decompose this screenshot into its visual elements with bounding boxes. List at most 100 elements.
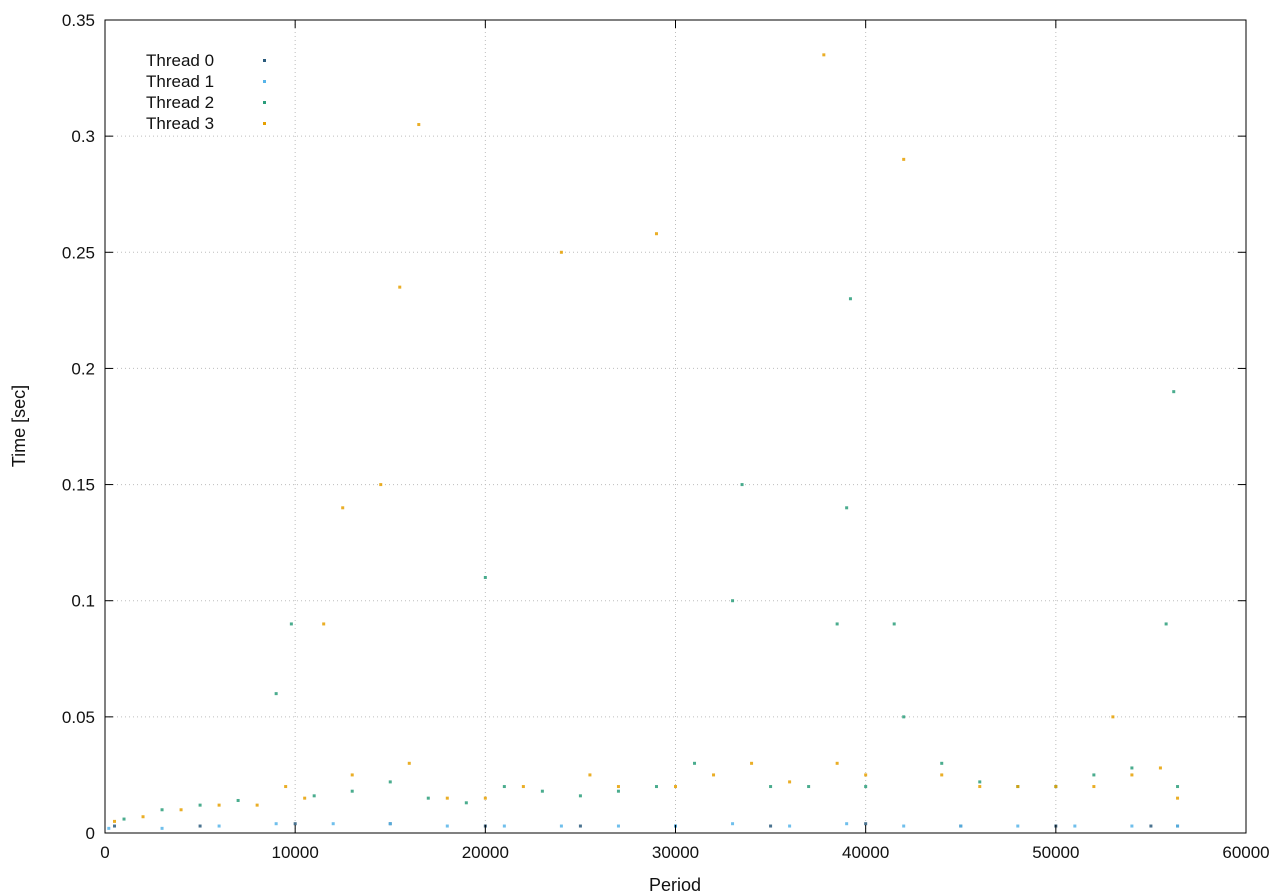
- data-point: [113, 824, 117, 828]
- legend-label: Thread 2: [146, 93, 214, 112]
- data-point: [1176, 796, 1180, 800]
- data-point: [616, 785, 620, 789]
- data-point: [1149, 824, 1153, 828]
- data-point: [502, 785, 506, 789]
- data-point: [255, 803, 259, 807]
- data-point: [540, 789, 544, 793]
- x-tick-label: 60000: [1222, 843, 1269, 862]
- x-tick-label: 10000: [272, 843, 319, 862]
- data-point: [864, 785, 868, 789]
- data-point: [179, 808, 183, 812]
- data-point: [445, 824, 449, 828]
- y-axis-label: Time [sec]: [9, 385, 29, 467]
- y-tick-label: 0.2: [71, 359, 95, 378]
- data-point: [312, 794, 316, 798]
- data-point: [289, 622, 293, 626]
- x-axis-label: Period: [649, 875, 701, 895]
- data-point: [731, 599, 735, 603]
- data-point: [616, 824, 620, 828]
- data-point: [1176, 785, 1180, 789]
- data-point: [559, 824, 563, 828]
- data-point: [398, 285, 402, 289]
- data-point: [322, 622, 326, 626]
- grid-lines: [105, 20, 1246, 833]
- data-point: [388, 780, 392, 784]
- data-point: [892, 622, 896, 626]
- data-point: [107, 826, 111, 830]
- x-tick-label: 40000: [842, 843, 889, 862]
- data-point: [483, 575, 487, 579]
- data-point: [445, 796, 449, 800]
- y-tick-label: 0.35: [62, 11, 95, 30]
- data-point: [1016, 785, 1020, 789]
- x-tick-label: 0: [100, 843, 109, 862]
- data-point: [160, 808, 164, 812]
- data-point: [693, 761, 697, 765]
- data-point: [902, 157, 906, 161]
- data-point: [712, 773, 716, 777]
- series-3: [113, 53, 1180, 823]
- data-point: [293, 822, 297, 826]
- data-point: [750, 761, 754, 765]
- data-point: [521, 785, 525, 789]
- data-point: [417, 123, 421, 127]
- data-point: [822, 53, 826, 57]
- data-point: [1164, 622, 1168, 626]
- data-points: [107, 53, 1180, 830]
- data-point: [350, 773, 354, 777]
- data-point: [902, 715, 906, 719]
- data-point: [198, 824, 202, 828]
- data-point: [1092, 773, 1096, 777]
- series-1: [107, 822, 1180, 830]
- data-point: [559, 250, 563, 254]
- data-point: [407, 761, 411, 765]
- data-point: [807, 785, 811, 789]
- data-point: [426, 796, 430, 800]
- plot-frame: [104, 19, 1247, 834]
- y-tick-label: 0.3: [71, 127, 95, 146]
- data-point: [341, 506, 345, 510]
- data-point: [978, 785, 982, 789]
- y-tick-label: 0.25: [62, 243, 95, 262]
- data-point: [379, 483, 383, 487]
- y-tick-label: 0.05: [62, 708, 95, 727]
- data-point: [1092, 785, 1096, 789]
- data-point: [788, 780, 792, 784]
- data-point: [978, 780, 982, 784]
- data-point: [731, 822, 735, 826]
- data-point: [902, 824, 906, 828]
- data-point: [331, 822, 335, 826]
- data-point: [864, 822, 868, 826]
- legend-label: Thread 0: [146, 51, 214, 70]
- data-point: [769, 785, 773, 789]
- data-point: [141, 815, 145, 819]
- data-point: [350, 789, 354, 793]
- data-point: [284, 785, 288, 789]
- data-point: [848, 297, 852, 301]
- data-point: [1073, 824, 1077, 828]
- legend-label: Thread 1: [146, 72, 214, 91]
- data-point: [864, 773, 868, 777]
- data-point: [654, 232, 658, 236]
- legend-marker: [263, 59, 266, 62]
- data-point: [483, 796, 487, 800]
- data-point: [1176, 824, 1180, 828]
- legend-marker: [263, 101, 266, 104]
- data-point: [388, 822, 392, 826]
- data-point: [578, 824, 582, 828]
- data-point: [788, 824, 792, 828]
- data-point: [835, 761, 839, 765]
- data-point: [303, 796, 307, 800]
- data-point: [1130, 824, 1134, 828]
- data-point: [959, 824, 963, 828]
- data-point: [464, 801, 468, 805]
- data-point: [1130, 766, 1134, 770]
- legend-marker: [263, 80, 266, 83]
- data-point: [835, 622, 839, 626]
- data-point: [740, 483, 744, 487]
- data-point: [845, 822, 849, 826]
- x-tick-label: 20000: [462, 843, 509, 862]
- data-point: [1130, 773, 1134, 777]
- data-point: [274, 822, 278, 826]
- data-point: [674, 785, 677, 789]
